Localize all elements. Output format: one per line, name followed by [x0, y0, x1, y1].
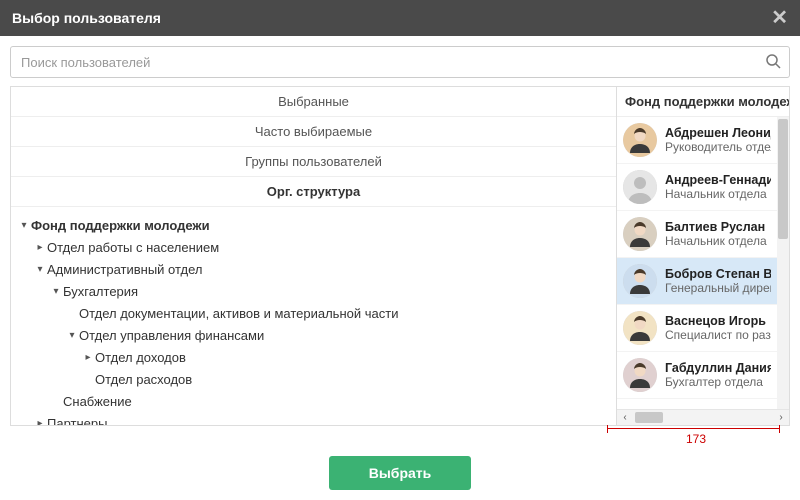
chevron-right-icon: ▸ [83, 347, 93, 369]
section-selected[interactable]: Выбранные [11, 87, 616, 117]
user-role: Специалист по развитию [665, 328, 771, 342]
section-frequent[interactable]: Часто выбираемые [11, 117, 616, 147]
titlebar: Выбор пользователя ✕ [0, 0, 800, 36]
avatar [623, 217, 657, 251]
tree-node-accounting[interactable]: ▾Бухгалтерия [19, 281, 612, 303]
tree-node-partners[interactable]: ▸Партнеры [19, 413, 612, 425]
scroll-thumb[interactable] [778, 119, 788, 239]
vertical-scrollbar[interactable] [777, 117, 789, 409]
tree-label: Отдел управления финансами [77, 325, 264, 347]
right-panel: Фонд поддержки молодежи Абдрешен ЛеонидР… [616, 87, 789, 425]
tree-node-population[interactable]: ▸Отдел работы с населением [19, 237, 612, 259]
measure-annotation: 173 [10, 426, 790, 450]
chevron-down-icon: ▾ [51, 281, 61, 303]
user-name: Абдрешен Леонид [665, 126, 771, 140]
tree-node-expense[interactable]: Отдел расходов [19, 369, 612, 391]
user-list-item[interactable]: Васнецов ИгорьСпециалист по развитию [617, 305, 777, 352]
tree-label: Бухгалтерия [61, 281, 138, 303]
right-panel-header: Фонд поддержки молодежи [617, 87, 789, 117]
select-button[interactable]: Выбрать [329, 456, 472, 490]
search-wrap [10, 46, 790, 78]
scroll-right-icon[interactable]: › [773, 412, 789, 423]
tree-node-income[interactable]: ▸Отдел доходов [19, 347, 612, 369]
close-icon[interactable]: ✕ [771, 8, 788, 28]
scroll-left-icon[interactable]: ‹ [617, 412, 633, 423]
tree-label: Фонд поддержки молодежи [29, 215, 210, 237]
tree-node-finance[interactable]: ▾Отдел управления финансами [19, 325, 612, 347]
user-role: Начальник отдела [665, 234, 767, 248]
tree-label: Снабжение [61, 391, 132, 413]
search-icon [765, 53, 781, 69]
dialog-content: Выбранные Часто выбираемые Группы пользо… [0, 36, 800, 500]
chevron-down-icon: ▾ [19, 215, 29, 237]
org-tree: ▾Фонд поддержки молодежи ▸Отдел работы с… [11, 207, 616, 425]
tree-label: Партнеры [45, 413, 107, 425]
tree-label: Отдел доходов [93, 347, 186, 369]
user-info: Балтиев РусланНачальник отдела [665, 220, 767, 248]
tree-node-supply[interactable]: Снабжение [19, 391, 612, 413]
chevron-right-icon: ▸ [35, 413, 45, 425]
avatar [623, 123, 657, 157]
user-role: Руководитель отдела [665, 140, 771, 154]
scroll-thumb[interactable] [635, 412, 663, 423]
dialog-body: Выбранные Часто выбираемые Группы пользо… [10, 86, 790, 426]
chevron-down-icon: ▾ [67, 325, 77, 347]
dialog-title: Выбор пользователя [12, 10, 771, 26]
user-list: Абдрешен ЛеонидРуководитель отдела Андрее… [617, 117, 789, 409]
user-info: Абдрешен ЛеонидРуководитель отдела [665, 126, 771, 154]
avatar [623, 170, 657, 204]
user-list-item[interactable]: Балтиев РусланНачальник отдела [617, 211, 777, 258]
chevron-right-icon: ▸ [35, 237, 45, 259]
user-name: Бобров Степан В [665, 267, 771, 281]
tree-node-root[interactable]: ▾Фонд поддержки молодежи [19, 215, 612, 237]
user-role: Начальник отдела [665, 187, 771, 201]
chevron-down-icon: ▾ [35, 259, 45, 281]
user-list-item[interactable]: Андреев-ГеннадийНачальник отдела [617, 164, 777, 211]
user-info: Васнецов ИгорьСпециалист по развитию [665, 314, 771, 342]
avatar [623, 264, 657, 298]
user-name: Андреев-Геннадий [665, 173, 771, 187]
tree-label: Отдел расходов [93, 369, 192, 391]
user-list-item[interactable]: Габдуллин ДаниярБухгалтер отдела [617, 352, 777, 399]
tree-label: Отдел работы с населением [45, 237, 219, 259]
search-input[interactable] [10, 46, 790, 78]
dialog-footer: Выбрать [10, 456, 790, 490]
avatar [623, 311, 657, 345]
section-groups[interactable]: Группы пользователей [11, 147, 616, 177]
user-list-item[interactable]: Бобров Степан ВГенеральный директор [617, 258, 777, 305]
user-name: Габдуллин Данияр [665, 361, 771, 375]
tree-label: Административный отдел [45, 259, 202, 281]
tree-label: Отдел документации, активов и материальн… [77, 303, 398, 325]
user-info: Габдуллин ДаниярБухгалтер отдела [665, 361, 771, 389]
horizontal-scrollbar[interactable]: ‹ › [617, 409, 789, 425]
user-role: Бухгалтер отдела [665, 375, 771, 389]
user-info: Андреев-ГеннадийНачальник отдела [665, 173, 771, 201]
section-org-structure[interactable]: Орг. структура [11, 177, 616, 207]
avatar [623, 358, 657, 392]
user-info: Бобров Степан ВГенеральный директор [665, 267, 771, 295]
tree-node-admin[interactable]: ▾Административный отдел [19, 259, 612, 281]
measure-line [607, 428, 780, 429]
user-name: Васнецов Игорь [665, 314, 771, 328]
tree-node-docs[interactable]: Отдел документации, активов и материальн… [19, 303, 612, 325]
left-panel: Выбранные Часто выбираемые Группы пользо… [11, 87, 616, 425]
user-select-dialog: Выбор пользователя ✕ Выбранные Часто выб… [0, 0, 800, 500]
user-role: Генеральный директор [665, 281, 771, 295]
measure-value: 173 [686, 432, 706, 446]
user-list-item[interactable]: Абдрешен ЛеонидРуководитель отдела [617, 117, 777, 164]
user-name: Балтиев Руслан [665, 220, 767, 234]
